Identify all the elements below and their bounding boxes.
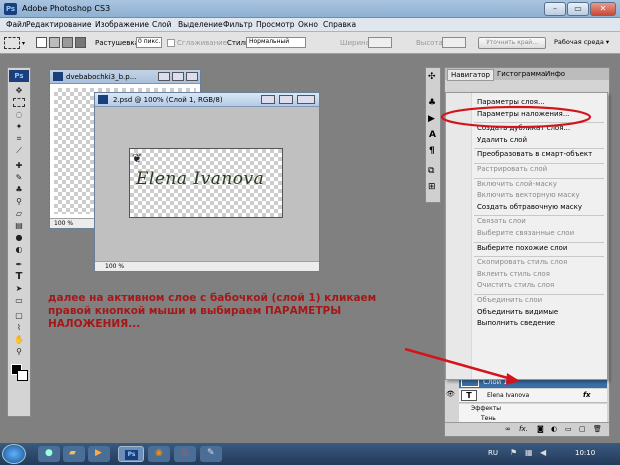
annotation-arrow-head (506, 373, 520, 385)
highlight-ellipse (440, 105, 592, 129)
chrome-icon: ◎ (181, 448, 189, 458)
taskbar: ● ▰ ▶ Ps ◉ ◎ ✎ RU ⚑ ▦ ◀ 10:10 (0, 443, 620, 465)
firefox-icon: ◉ (155, 448, 163, 458)
paint-icon: ✎ (207, 448, 215, 458)
internet-explorer-icon: ● (45, 448, 53, 458)
clock[interactable]: 10:10 (575, 449, 595, 457)
taskbar-app-firefox[interactable]: ◉ (148, 446, 170, 462)
annotation-arrow-line (404, 347, 516, 382)
tray-volume-icon[interactable]: ◀ (540, 448, 546, 457)
taskbar-app-paint[interactable]: ✎ (200, 446, 222, 462)
tray-network-icon[interactable]: ▦ (525, 448, 533, 457)
start-button[interactable] (2, 444, 26, 464)
media-player-icon: ▶ (95, 448, 102, 458)
folder-icon: ▰ (69, 448, 76, 458)
annotation-overlay (404, 105, 592, 385)
language-indicator[interactable]: RU (488, 449, 498, 457)
photoshop-taskbar-icon: Ps (125, 450, 138, 460)
instruction-text: далее на активном слое с бабочкой (слой … (48, 292, 377, 330)
taskbar-app-photoshop[interactable]: Ps (118, 446, 144, 462)
tray-flag-icon[interactable]: ⚑ (510, 448, 517, 457)
taskbar-app-media[interactable]: ▶ (88, 446, 110, 462)
taskbar-app-chrome[interactable]: ◎ (174, 446, 196, 462)
taskbar-app-explorer[interactable]: ▰ (63, 446, 85, 462)
taskbar-app-ie[interactable]: ● (38, 446, 60, 462)
